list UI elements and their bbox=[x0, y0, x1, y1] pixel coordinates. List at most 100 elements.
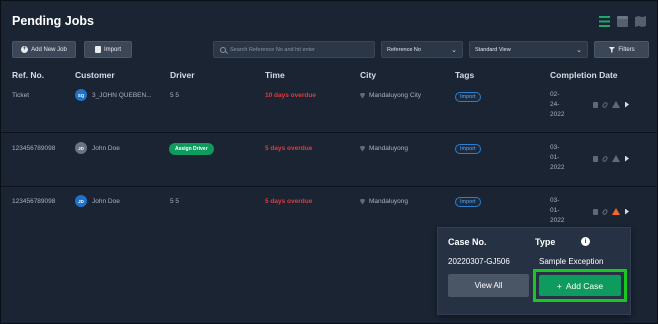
completion-date-part: 03- bbox=[550, 197, 560, 204]
completion-date-part: 2022 bbox=[550, 217, 565, 224]
driver-name: 5 5 bbox=[170, 198, 180, 205]
location-pin-icon bbox=[360, 198, 365, 205]
warning-icon[interactable] bbox=[612, 155, 620, 162]
view-switcher bbox=[599, 16, 646, 27]
location-pin-icon bbox=[360, 145, 365, 152]
header-time[interactable]: Time bbox=[265, 70, 285, 80]
case-no-value: 20220307-GJ506 bbox=[448, 257, 510, 266]
customer-name: John Doe bbox=[92, 197, 120, 205]
expand-arrow-icon[interactable] bbox=[625, 155, 629, 162]
completion-date: 03- 01- 2022 bbox=[550, 143, 564, 173]
completion-date-part: 01- bbox=[550, 154, 560, 161]
completion-date-part: 02- bbox=[550, 91, 560, 98]
import-button[interactable]: Import bbox=[84, 41, 132, 58]
plus-icon: + bbox=[21, 46, 29, 53]
ref-no: 123456789098 bbox=[12, 198, 56, 205]
calendar-view-icon[interactable] bbox=[617, 16, 628, 27]
warning-icon[interactable] bbox=[612, 101, 620, 108]
document-icon[interactable] bbox=[593, 155, 598, 162]
search-input[interactable] bbox=[230, 46, 370, 53]
time-overdue: 5 days overdue bbox=[265, 198, 313, 205]
type-label: Type bbox=[535, 237, 556, 247]
customer: SQ 3_JOHN QUEBEN... bbox=[75, 89, 152, 101]
tag-badge[interactable]: Import bbox=[455, 197, 481, 207]
view-select-value: Standard View bbox=[475, 46, 511, 53]
city: Mandaluyong City bbox=[360, 92, 421, 99]
reference-select[interactable]: Reference No ⌄ bbox=[381, 41, 463, 58]
customer: JD John Doe bbox=[75, 195, 120, 207]
filter-icon bbox=[608, 46, 616, 53]
expand-arrow-icon[interactable] bbox=[625, 208, 629, 215]
list-view-icon[interactable] bbox=[599, 16, 610, 27]
chevron-down-icon: ⌄ bbox=[576, 47, 582, 54]
header-ref-no[interactable]: Ref. No. bbox=[12, 70, 44, 80]
add-case-button[interactable]: + Add Case bbox=[539, 275, 621, 296]
customer-name: John Doe bbox=[92, 144, 120, 152]
row-actions bbox=[593, 207, 629, 216]
search-icon bbox=[220, 46, 226, 53]
city: Mandaluyong bbox=[360, 145, 408, 152]
completion-date: 02- 24- 2022 bbox=[550, 90, 564, 120]
location-pin-icon bbox=[360, 92, 365, 99]
attachment-icon[interactable] bbox=[601, 207, 609, 216]
city-name: Mandaluyong bbox=[369, 145, 409, 152]
filters-label: Filters bbox=[618, 46, 635, 53]
completion-date-part: 03- bbox=[550, 144, 560, 151]
completion-date: 03- 01- 2022 bbox=[550, 196, 564, 226]
page-title: Pending Jobs bbox=[12, 14, 94, 28]
info-icon[interactable]: i bbox=[581, 237, 590, 246]
city-name: Mandaluyong bbox=[369, 198, 409, 205]
completion-date-part: 01- bbox=[550, 207, 560, 214]
chevron-down-icon: ⌄ bbox=[451, 47, 457, 54]
assign-driver-button[interactable]: Assign Driver bbox=[169, 143, 214, 155]
city-name: Mandaluyong City bbox=[369, 92, 422, 99]
header-city[interactable]: City bbox=[360, 70, 376, 80]
ref-no: 123456789098 bbox=[12, 145, 56, 152]
case-no-label: Case No. bbox=[448, 237, 487, 247]
row-divider bbox=[1, 132, 657, 133]
tag-badge[interactable]: Import bbox=[455, 92, 481, 102]
import-label: Import bbox=[103, 46, 121, 53]
avatar: JD bbox=[75, 195, 87, 207]
row-actions bbox=[593, 100, 629, 109]
tag-badge[interactable]: Import bbox=[455, 144, 481, 154]
filters-button[interactable]: Filters bbox=[594, 41, 649, 58]
reference-select-value: Reference No bbox=[387, 46, 421, 53]
import-icon bbox=[94, 46, 101, 53]
document-icon[interactable] bbox=[593, 208, 598, 215]
row-divider bbox=[1, 186, 657, 187]
completion-date-part: 2022 bbox=[550, 111, 565, 118]
avatar: SQ bbox=[75, 89, 87, 101]
add-new-job-button[interactable]: + Add New Job bbox=[12, 41, 76, 58]
type-value: Sample Exception bbox=[539, 257, 604, 266]
completion-date-part: 24- bbox=[550, 101, 560, 108]
attachment-icon[interactable] bbox=[601, 100, 609, 109]
header-customer[interactable]: Customer bbox=[75, 70, 115, 80]
document-icon[interactable] bbox=[593, 101, 598, 108]
header-completion-date[interactable]: Completion Date bbox=[550, 70, 618, 80]
city: Mandaluyong bbox=[360, 198, 408, 205]
attachment-icon[interactable] bbox=[601, 154, 609, 163]
add-case-highlight: + Add Case bbox=[533, 269, 627, 302]
completion-date-part: 2022 bbox=[550, 164, 565, 171]
time-overdue: 5 days overdue bbox=[265, 145, 313, 152]
time-overdue: 10 days overdue bbox=[265, 92, 316, 99]
view-all-button[interactable]: View All bbox=[448, 274, 529, 297]
add-new-job-label: Add New Job bbox=[31, 46, 67, 53]
case-popup: Case No. Type i 20220307-GJ506 Sample Ex… bbox=[437, 227, 631, 315]
header-driver[interactable]: Driver bbox=[170, 70, 195, 80]
expand-arrow-icon[interactable] bbox=[625, 101, 629, 108]
view-select[interactable]: Standard View ⌄ bbox=[469, 41, 588, 58]
add-case-label: Add Case bbox=[565, 280, 604, 291]
pending-jobs-panel: Pending Jobs + Add New Job Import Refere… bbox=[0, 0, 658, 324]
toolbar: + Add New Job Import Reference No ⌄ Stan… bbox=[12, 41, 649, 58]
driver-name: 5 5 bbox=[170, 92, 180, 99]
plus-icon: + bbox=[556, 280, 562, 291]
warning-icon[interactable] bbox=[612, 208, 620, 215]
map-view-icon[interactable] bbox=[635, 16, 646, 27]
ref-no: Ticket bbox=[12, 92, 30, 99]
customer-name: 3_JOHN QUEBEN... bbox=[92, 91, 152, 99]
header-tags[interactable]: Tags bbox=[455, 70, 474, 80]
customer: JD John Doe bbox=[75, 142, 120, 154]
row-actions bbox=[593, 154, 629, 163]
